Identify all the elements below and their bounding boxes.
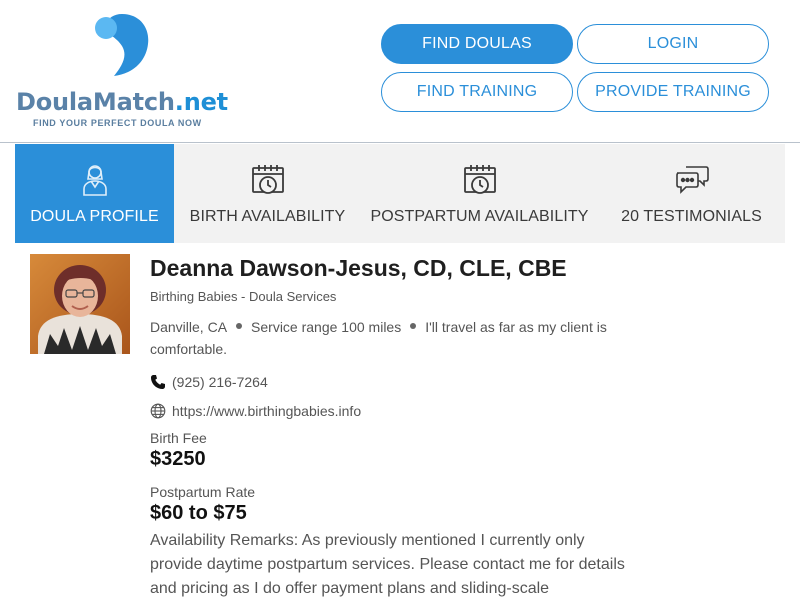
profile-tabs: DOULA PROFILE BIRTH AVAILABILITY POSTPAR… <box>15 144 785 243</box>
calendar-clock-icon <box>250 162 286 198</box>
doula-photo <box>30 254 130 354</box>
provide-training-button[interactable]: PROVIDE TRAINING <box>577 72 769 112</box>
login-button[interactable]: LOGIN <box>577 24 769 64</box>
phone-icon <box>150 374 166 390</box>
calendar-clock-icon <box>462 162 498 198</box>
phone-number[interactable]: (925) 216-7264 <box>172 372 268 392</box>
tab-label: 20 TESTIMONIALS <box>621 208 762 225</box>
logo-name: DoulaMatch <box>16 88 175 116</box>
website-row[interactable]: https://www.birthingbabies.info <box>150 401 640 421</box>
phone-row[interactable]: (925) 216-7264 <box>150 372 640 392</box>
site-logo[interactable]: DoulaMatch.net FIND YOUR PERFECT DOULA N… <box>16 12 228 132</box>
location-info: Danville, CA Service range 100 miles I'll … <box>150 316 640 360</box>
tab-postpartum-availability[interactable]: POSTPARTUM AVAILABILITY <box>361 144 598 243</box>
birth-fee-label: Birth Fee <box>150 430 207 446</box>
bullet-separator <box>236 323 243 330</box>
birth-fee-value: $3250 <box>150 448 206 470</box>
find-doulas-button[interactable]: FIND DOULAS <box>381 24 573 64</box>
tab-label: POSTPARTUM AVAILABILITY <box>370 208 589 225</box>
logo-mark-icon <box>95 14 149 76</box>
find-training-button[interactable]: FIND TRAINING <box>381 72 573 112</box>
bullet-separator <box>410 323 417 330</box>
doula-person-icon <box>77 162 113 198</box>
location-city: Danville, CA <box>150 319 228 335</box>
tab-doula-profile[interactable]: DOULA PROFILE <box>15 144 174 243</box>
logo-wordmark: DoulaMatch.net <box>16 88 228 116</box>
tab-label: DOULA PROFILE <box>30 208 159 225</box>
logo-tagline: FIND YOUR PERFECT DOULA NOW <box>33 118 202 128</box>
business-name: Birthing Babies - Doula Services <box>150 289 337 304</box>
chat-bubbles-icon <box>674 162 710 198</box>
site-header: DoulaMatch.net FIND YOUR PERFECT DOULA N… <box>0 0 800 143</box>
postpartum-rate-label: Postpartum Rate <box>150 484 256 500</box>
postpartum-rate-value: $60 to $75 <box>150 502 247 524</box>
tab-birth-availability[interactable]: BIRTH AVAILABILITY <box>174 144 361 243</box>
globe-icon <box>150 403 166 419</box>
tab-label: BIRTH AVAILABILITY <box>189 208 346 225</box>
profile-details: Deanna Dawson-Jesus, CD, CLE, CBE Birthi… <box>150 254 640 600</box>
logo-suffix: .net <box>174 88 228 116</box>
doula-name: Deanna Dawson-Jesus, CD, CLE, CBE <box>150 255 567 281</box>
tab-testimonials[interactable]: 20 TESTIMONIALS <box>598 144 785 243</box>
availability-remarks: Availability Remarks: As previously ment… <box>150 532 625 597</box>
website-link[interactable]: https://www.birthingbabies.info <box>172 401 361 421</box>
service-range: Service range 100 miles <box>251 319 402 335</box>
